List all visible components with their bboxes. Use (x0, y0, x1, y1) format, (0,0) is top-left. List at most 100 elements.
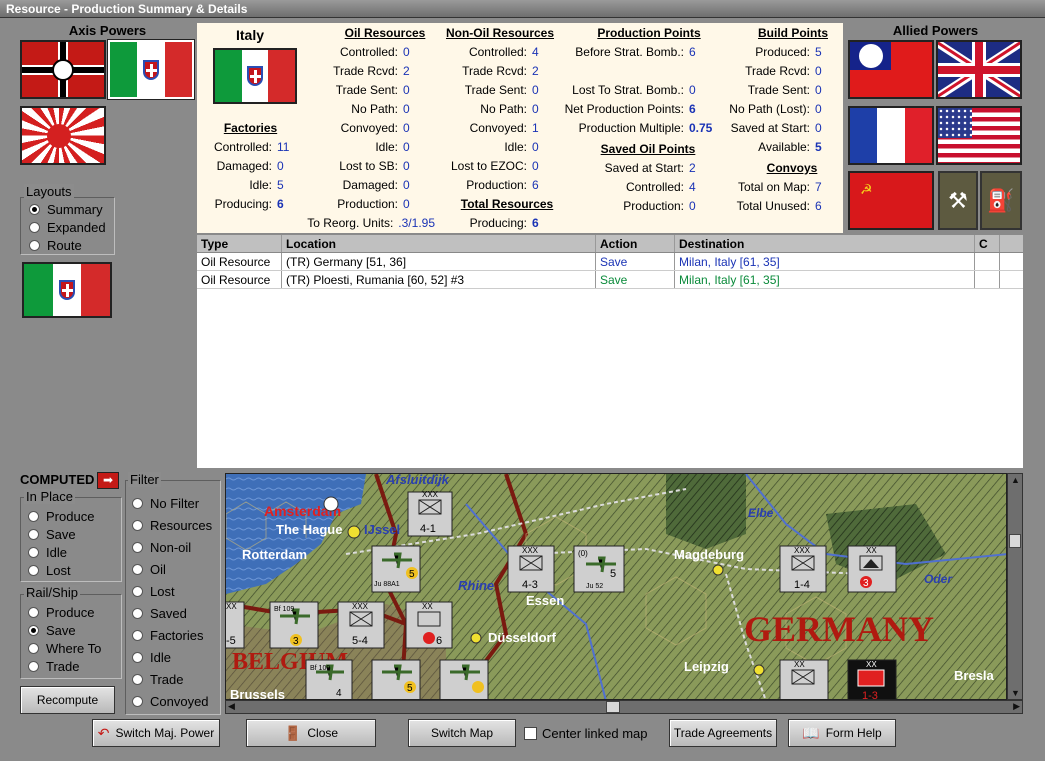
flag-germany[interactable] (20, 40, 106, 99)
city-marker[interactable] (470, 632, 482, 644)
radio-icon[interactable] (29, 239, 40, 251)
air-unit-counter[interactable]: 5 (371, 659, 421, 700)
radio-icon[interactable] (29, 221, 40, 233)
rail-produce[interactable]: Produce (46, 605, 94, 620)
air-unit-counter[interactable]: (0) 5 Ju 52 (573, 545, 625, 593)
city-marker[interactable] (753, 664, 765, 676)
flag-china[interactable] (848, 40, 934, 99)
col-location[interactable]: Location (282, 235, 596, 252)
radio-icon[interactable] (28, 528, 39, 540)
recompute-button[interactable]: Recompute (20, 686, 115, 714)
scroll-down-icon[interactable]: ▼ (1011, 688, 1020, 698)
in-place-lost[interactable]: Lost (46, 563, 71, 578)
cell-action[interactable]: Save (596, 253, 675, 270)
air-unit-counter[interactable]: Bf 109 4 (305, 659, 353, 700)
scroll-thumb[interactable] (606, 701, 620, 713)
unit-counter[interactable]: XX 6 (405, 601, 453, 649)
filter-idle[interactable]: Idle (150, 650, 171, 665)
radio-icon[interactable] (132, 563, 143, 575)
unit-counter[interactable]: XX (779, 659, 829, 700)
flag-uk[interactable] (936, 40, 1022, 99)
col-destination[interactable]: Destination (675, 235, 975, 252)
radio-icon[interactable] (28, 546, 39, 558)
table-row[interactable]: Oil Resource (TR) Ploesti, Rumania [60, … (197, 271, 1023, 289)
layout-expanded[interactable]: Expanded (29, 218, 106, 236)
map-horizontal-scrollbar[interactable]: ◀ ▶ (225, 700, 1023, 714)
radio-icon[interactable] (132, 607, 143, 619)
map-vertical-scrollbar[interactable]: ▲ ▼ (1007, 473, 1023, 700)
cell-action[interactable]: Save (596, 271, 675, 288)
switch-map-button[interactable]: Switch Map (408, 719, 516, 747)
switch-major-power-button[interactable]: ↶ Switch Maj. Power (92, 719, 220, 747)
unit-counter[interactable]: XXX 4-3 (507, 545, 555, 593)
scroll-right-icon[interactable]: ▶ (1013, 701, 1020, 712)
filter-factories[interactable]: Factories (150, 628, 203, 643)
radio-icon[interactable] (28, 606, 39, 618)
scroll-thumb[interactable] (1009, 534, 1021, 548)
radio-icon[interactable] (132, 695, 143, 707)
radio-icon[interactable] (132, 629, 143, 641)
radio-icon[interactable] (28, 642, 39, 654)
col-type[interactable]: Type (197, 235, 282, 252)
city-marker[interactable] (347, 525, 361, 539)
unit-counter[interactable]: XXX 5-4 (337, 601, 385, 649)
rail-trade[interactable]: Trade (46, 659, 79, 674)
flag-ussr[interactable]: ☭ (848, 171, 934, 230)
filter-saved[interactable]: Saved (150, 606, 187, 621)
flag-usa[interactable] (936, 106, 1022, 165)
layout-summary[interactable]: Summary (29, 200, 106, 218)
radio-icon[interactable] (29, 203, 40, 215)
form-help-button[interactable]: 📖 Form Help (788, 719, 896, 747)
radio-icon[interactable] (132, 651, 143, 663)
scroll-up-icon[interactable]: ▲ (1011, 475, 1020, 485)
unit-counter[interactable]: XXX 4-1 (407, 490, 453, 537)
flag-japan[interactable] (20, 106, 106, 165)
radio-icon[interactable] (28, 660, 39, 672)
filter-non-oil[interactable]: Non-oil (150, 540, 191, 555)
table-row[interactable]: Oil Resource (TR) Germany [51, 36] Save … (197, 253, 1023, 271)
in-place-idle[interactable]: Idle (46, 545, 67, 560)
rail-save[interactable]: Save (46, 623, 76, 638)
close-button[interactable]: 🚪 Close (246, 719, 376, 747)
unit-counter[interactable]: XX 1-3 (847, 659, 897, 700)
filter-trade[interactable]: Trade (150, 672, 183, 687)
radio-icon[interactable] (132, 519, 143, 531)
scroll-left-icon[interactable]: ◀ (228, 701, 235, 712)
filter-convoyed[interactable]: Convoyed (150, 694, 209, 709)
radio-icon[interactable] (132, 585, 143, 597)
rail-where-to[interactable]: Where To (46, 641, 101, 656)
map-canvas[interactable]: Afsluitdijk Amsterdam The Hague IJssel R… (226, 474, 1007, 700)
filter-lost[interactable]: Lost (150, 584, 175, 599)
flag-italy[interactable] (107, 39, 195, 100)
filter-resources[interactable]: Resources (150, 518, 212, 533)
unit-counter[interactable]: XX 3 (847, 545, 897, 593)
mining-icon[interactable]: ⚒ (938, 171, 978, 230)
unit-counter[interactable]: XXX 1-4 (779, 545, 827, 593)
radio-icon[interactable] (28, 564, 39, 576)
in-place-produce[interactable]: Produce (46, 509, 94, 524)
oil-derrick-icon[interactable]: ⛽ (980, 171, 1022, 230)
col-c[interactable]: C (975, 235, 1000, 252)
layout-route[interactable]: Route (29, 236, 106, 254)
center-linked-map-checkbox[interactable] (524, 727, 537, 740)
in-place-save[interactable]: Save (46, 527, 76, 542)
computed-arrow-icon[interactable]: ➡ (97, 472, 119, 489)
filter-oil[interactable]: Oil (150, 562, 166, 577)
radio-icon[interactable] (28, 624, 39, 636)
air-unit-counter[interactable] (439, 659, 489, 700)
center-linked-map-label[interactable]: Center linked map (542, 726, 648, 741)
unit-counter[interactable]: XX -5 (226, 601, 245, 649)
radio-icon[interactable] (28, 510, 39, 522)
radio-icon[interactable] (132, 541, 143, 553)
flag-france[interactable] (848, 106, 934, 165)
filter-no-filter[interactable]: No Filter (150, 496, 199, 511)
trade-agreements-button[interactable]: Trade Agreements (669, 719, 777, 747)
air-unit-counter[interactable]: 5 Ju 88A1 (371, 545, 421, 593)
air-unit-counter[interactable]: 3 Bf 109 (269, 601, 319, 649)
col-action[interactable]: Action (596, 235, 675, 252)
radio-icon[interactable] (132, 497, 143, 509)
linked-map[interactable]: Afsluitdijk Amsterdam The Hague IJssel R… (225, 473, 1007, 700)
radio-icon[interactable] (132, 673, 143, 685)
port-icon[interactable] (323, 496, 339, 512)
city-marker[interactable] (712, 564, 724, 576)
